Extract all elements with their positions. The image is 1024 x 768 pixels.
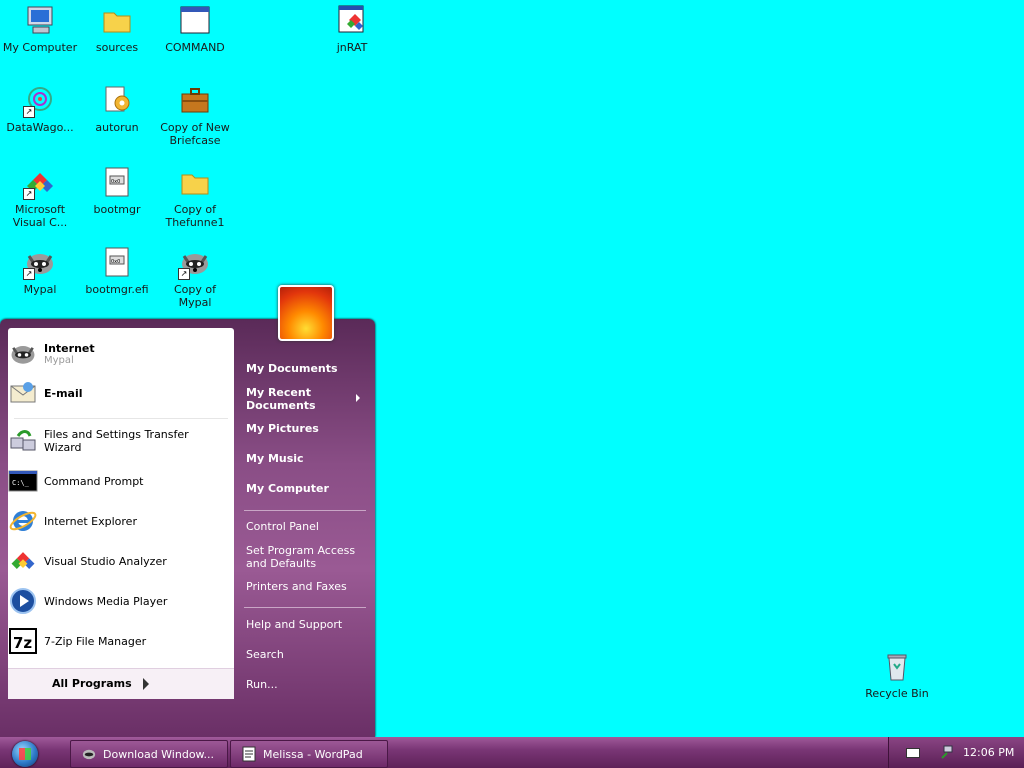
raccoon-icon: ↗ xyxy=(23,246,57,280)
email-envelope-icon xyxy=(8,378,38,408)
right-pane-separator xyxy=(244,510,366,511)
taskbar-button-wordpad[interactable]: Melissa - WordPad xyxy=(230,740,388,768)
all-programs-button[interactable]: All Programs xyxy=(8,668,234,699)
pinned-email-label: E-mail xyxy=(44,386,83,400)
all-programs-label: All Programs xyxy=(52,677,132,690)
7zip-icon: 7z xyxy=(8,626,38,656)
desktop-icon-copy-mypal[interactable]: ↗ Copy of Mypal xyxy=(156,246,234,309)
recent-label: 7-Zip File Manager xyxy=(44,634,147,648)
svg-text:0x0: 0x0 xyxy=(111,259,120,265)
recent-label: Visual Studio Analyzer xyxy=(44,554,167,568)
menu-set-program-access[interactable]: Set Program Access and Defaults xyxy=(246,544,356,570)
desktop-icon-sources[interactable]: sources xyxy=(78,4,156,54)
menu-my-documents[interactable]: My Documents xyxy=(246,362,338,375)
right-pane-separator xyxy=(244,607,366,608)
desktop-icon-thefunne1[interactable]: Copy of Thefunne1 xyxy=(156,166,234,229)
menu-search[interactable]: Search xyxy=(246,648,284,661)
folder-icon xyxy=(100,4,134,38)
start-button[interactable] xyxy=(6,739,44,767)
datawagon-icon: ↗ xyxy=(23,84,57,118)
desktop-icon-autorun[interactable]: autorun xyxy=(78,84,156,134)
visual-studio-icon: ↗ xyxy=(23,166,57,200)
briefcase-icon xyxy=(178,84,212,118)
system-file-icon: 0x0 xyxy=(100,166,134,200)
menu-control-panel[interactable]: Control Panel xyxy=(246,520,319,533)
keyboard-tray-icon[interactable] xyxy=(906,748,920,758)
svg-text:C:\_: C:\_ xyxy=(12,479,30,487)
shortcut-arrow-icon: ↗ xyxy=(23,188,35,200)
taskbar-button-label: Melissa - WordPad xyxy=(263,747,363,761)
desktop-icon-visual-c[interactable]: ↗ Microsoft Visual C... xyxy=(1,166,79,229)
desktop-icon-my-computer[interactable]: My Computer xyxy=(1,4,79,54)
start-menu-separator xyxy=(14,418,228,419)
folder-icon xyxy=(178,166,212,200)
raccoon-icon: ↗ xyxy=(178,246,212,280)
shortcut-arrow-icon: ↗ xyxy=(178,268,190,280)
menu-my-music[interactable]: My Music xyxy=(246,452,304,465)
windows-logo-icon xyxy=(12,741,38,767)
taskbar-button-label: Download Window... xyxy=(103,747,215,761)
recent-command-prompt[interactable]: C:\_ Command Prompt xyxy=(8,464,226,498)
desktop-icon-jnrat[interactable]: jnRAT xyxy=(313,4,391,54)
arrow-right-icon xyxy=(143,678,149,690)
network-tray-icon[interactable] xyxy=(940,744,956,763)
svg-text:7z: 7z xyxy=(13,634,32,652)
pinned-internet-label: Internet xyxy=(44,342,95,355)
computer-icon xyxy=(23,4,57,38)
command-prompt-icon: C:\_ xyxy=(8,466,38,496)
desktop-icon-briefcase[interactable]: Copy of New Briefcase xyxy=(156,84,234,147)
recent-label: Command Prompt xyxy=(44,474,144,488)
media-player-icon xyxy=(8,586,38,616)
pinned-internet[interactable]: Internet Mypal xyxy=(8,337,226,371)
shortcut-arrow-icon: ↗ xyxy=(23,106,35,118)
pinned-email[interactable]: E-mail xyxy=(8,376,226,410)
recycle-bin-icon xyxy=(880,650,914,684)
raccoon-icon xyxy=(81,746,97,762)
raccoon-icon xyxy=(8,339,38,369)
desktop-icon-mypal[interactable]: ↗ Mypal xyxy=(1,246,79,296)
recent-windows-media-player[interactable]: Windows Media Player xyxy=(8,584,226,618)
internet-explorer-icon xyxy=(8,506,38,536)
taskbar-button-download[interactable]: Download Window... xyxy=(70,740,228,768)
desktop-icon-bootmgr-efi[interactable]: 0x0 bootmgr.efi xyxy=(78,246,156,296)
recent-7zip[interactable]: 7z 7-Zip File Manager xyxy=(8,624,226,658)
shortcut-arrow-icon: ↗ xyxy=(23,268,35,280)
menu-printers-faxes[interactable]: Printers and Faxes xyxy=(246,580,347,593)
desktop-icon-bootmgr[interactable]: 0x0 bootmgr xyxy=(78,166,156,216)
jnrat-icon xyxy=(335,4,369,38)
visual-studio-icon xyxy=(8,546,38,576)
window-icon xyxy=(178,4,212,38)
recent-visual-studio-analyzer[interactable]: Visual Studio Analyzer xyxy=(8,544,226,578)
desktop-icon-command[interactable]: COMMAND xyxy=(156,4,234,54)
wordpad-icon xyxy=(241,746,257,762)
recent-internet-explorer[interactable]: Internet Explorer xyxy=(8,504,226,538)
recent-label: Files and Settings Transfer Wizard xyxy=(44,428,189,454)
menu-my-computer[interactable]: My Computer xyxy=(246,482,329,495)
recent-label: Windows Media Player xyxy=(44,594,168,608)
system-file-icon: 0x0 xyxy=(100,246,134,280)
pinned-internet-sublabel: Mypal xyxy=(44,355,74,366)
submenu-arrow-icon xyxy=(356,394,360,402)
taskbar-clock[interactable]: 12:06 PM xyxy=(963,746,1014,759)
autorun-config-icon xyxy=(100,84,134,118)
svg-text:0x0: 0x0 xyxy=(111,179,120,185)
menu-my-recent-documents[interactable]: My Recent Documents xyxy=(246,386,346,412)
desktop-icon-recycle-bin[interactable]: Recycle Bin xyxy=(858,650,936,700)
user-picture[interactable] xyxy=(278,285,334,341)
menu-help-support[interactable]: Help and Support xyxy=(246,618,342,631)
menu-run[interactable]: Run... xyxy=(246,678,278,691)
menu-my-pictures[interactable]: My Pictures xyxy=(246,422,319,435)
desktop-icon-datawago[interactable]: ↗ DataWago... xyxy=(1,84,79,134)
recent-label: Internet Explorer xyxy=(44,514,137,528)
recent-files-settings-wizard[interactable]: Files and Settings Transfer Wizard xyxy=(8,424,226,458)
transfer-wizard-icon xyxy=(8,426,38,456)
